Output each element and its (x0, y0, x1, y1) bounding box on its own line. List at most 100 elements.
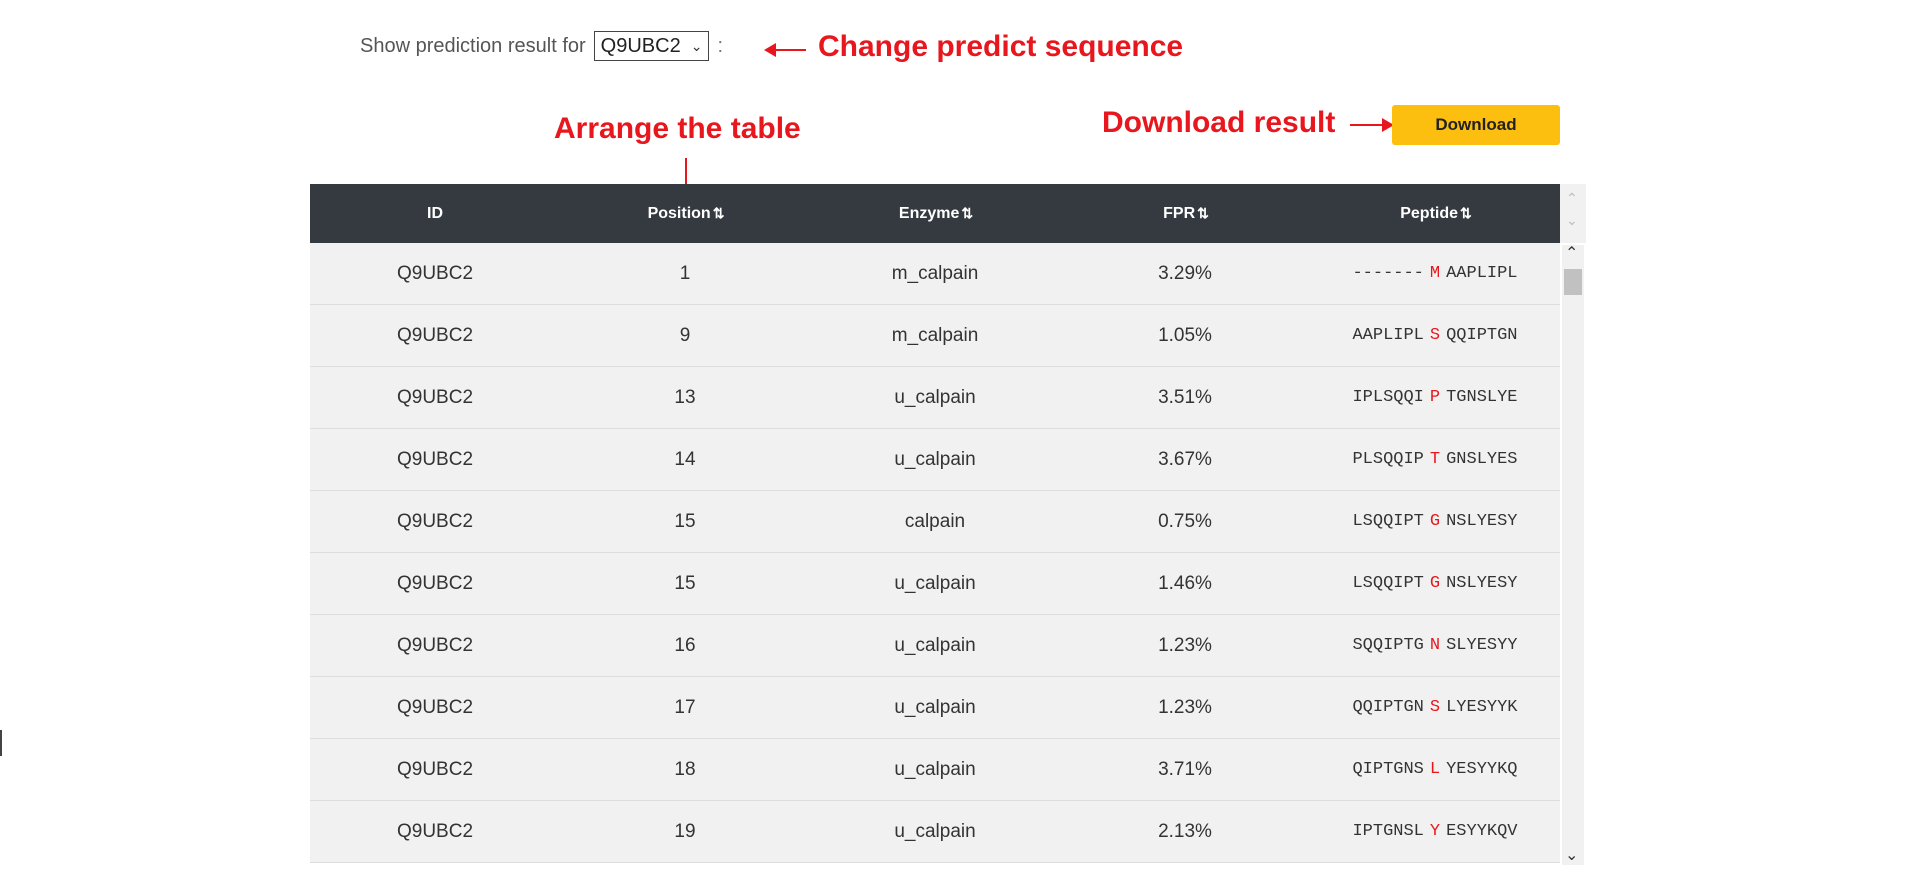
peptide-site: Y (1429, 822, 1441, 841)
sequence-selector-row: Show prediction result for Q9UBC2 ⌄ : (360, 28, 723, 64)
peptide-site: M (1429, 264, 1441, 283)
annotation-change-sequence: Change predict sequence (818, 30, 1184, 63)
annotation-arrow-right (1350, 118, 1394, 132)
cell-fpr: 1.05% (1158, 324, 1212, 346)
cell-peptide: QQIPTGN S LYESYYK (1310, 677, 1560, 738)
cell-peptide: SQQIPTG N SLYESYY (1310, 615, 1560, 676)
cell-id: Q9UBC2 (396, 572, 474, 594)
table-row: Q9UBC2 17 u_calpain 1.23% QQIPTGN S LYESYYK (310, 677, 1560, 739)
peptide-suffix: SLYESYY (1446, 636, 1518, 655)
peptide-site: T (1429, 450, 1441, 469)
column-header-id: ID (427, 204, 443, 222)
peptide-suffix: LYESYYK (1446, 698, 1518, 717)
cell-fpr: 1.23% (1158, 696, 1212, 718)
cell-position: 1 (679, 262, 691, 284)
cell-peptide: AAPLIPL S QQIPTGN (1310, 305, 1560, 366)
cell-enzyme: u_calpain (894, 386, 976, 408)
selector-label: Show prediction result for (360, 34, 586, 57)
table-header: ID Position ⇅ Enzyme ⇅ FPR ⇅ Peptide ⇅ (310, 184, 1560, 243)
sequence-select-value: Q9UBC2 (600, 34, 681, 57)
cell-position: 14 (674, 448, 696, 470)
peptide-prefix: ------- (1352, 264, 1424, 283)
cell-fpr: 3.71% (1158, 758, 1212, 780)
table-row: Q9UBC2 1 m_calpain 3.29% ------- M AAPLIPL (310, 243, 1560, 305)
column-header-peptide[interactable]: Peptide ⇅ (1310, 184, 1560, 243)
peptide-prefix: LSQQIPT (1352, 512, 1424, 531)
cell-fpr: 3.67% (1158, 448, 1212, 470)
peptide-prefix: QIPTGNS (1352, 760, 1424, 779)
table-row: Q9UBC2 19 u_calpain 2.13% IPTGNSL Y ESYYKQV (310, 801, 1560, 863)
cell-position: 13 (674, 386, 696, 408)
peptide-site: N (1429, 636, 1441, 655)
cell-enzyme: u_calpain (894, 758, 976, 780)
header-scrollbar[interactable]: ⌃ ⌄ (1560, 184, 1586, 243)
peptide-prefix: LSQQIPT (1352, 574, 1424, 593)
cell-peptide: QIPTGNS L YESYYKQ (1310, 739, 1560, 800)
cell-fpr: 1.46% (1158, 572, 1212, 594)
peptide-suffix: NSLYESY (1446, 574, 1518, 593)
sequence-select[interactable]: Q9UBC2 ⌄ (593, 31, 710, 61)
peptide-site: S (1429, 698, 1441, 717)
cell-id: Q9UBC2 (396, 262, 474, 284)
table-row: Q9UBC2 15 calpain 0.75% LSQQIPT G NSLYESY (310, 491, 1560, 553)
table-row: Q9UBC2 13 u_calpain 3.51% IPLSQQI P TGNSLYE (310, 367, 1560, 429)
column-header-position[interactable]: Position ⇅ (560, 184, 810, 243)
table-scrollbar[interactable]: ⌃ ⌄ (1562, 245, 1584, 865)
cell-position: 15 (674, 572, 696, 594)
cell-peptide: LSQQIPT G NSLYESY (1310, 491, 1560, 552)
cell-enzyme: calpain (904, 510, 966, 532)
cell-enzyme: u_calpain (894, 820, 976, 842)
scroll-down-icon[interactable]: ⌄ (1565, 845, 1578, 865)
peptide-suffix: AAPLIPL (1446, 264, 1518, 283)
cell-id: Q9UBC2 (396, 820, 474, 842)
peptide-prefix: SQQIPTG (1352, 636, 1424, 655)
peptide-site: L (1429, 760, 1441, 779)
cell-position: 16 (674, 634, 696, 656)
peptide-site: S (1429, 326, 1441, 345)
cell-enzyme: m_calpain (891, 324, 979, 346)
table-row: Q9UBC2 18 u_calpain 3.71% QIPTGNS L YESYYKQ (310, 739, 1560, 801)
cell-peptide: IPTGNSL Y ESYYKQV (1310, 801, 1560, 862)
cell-id: Q9UBC2 (396, 758, 474, 780)
cell-id: Q9UBC2 (396, 386, 474, 408)
peptide-suffix: TGNSLYE (1446, 388, 1518, 407)
cell-fpr: 3.51% (1158, 386, 1212, 408)
peptide-site: P (1429, 388, 1441, 407)
sort-icon[interactable]: ⇅ (1460, 205, 1472, 222)
peptide-prefix: QQIPTGN (1352, 698, 1424, 717)
sort-icon[interactable]: ⇅ (961, 205, 973, 222)
cell-id: Q9UBC2 (396, 696, 474, 718)
page-edge-marker (0, 730, 2, 756)
peptide-prefix: IPTGNSL (1352, 822, 1424, 841)
chevron-down-icon: ⌄ (690, 37, 703, 54)
peptide-suffix: NSLYESY (1446, 512, 1518, 531)
table-row: Q9UBC2 14 u_calpain 3.67% PLSQQIP T GNSLYES (310, 429, 1560, 491)
table-row: Q9UBC2 9 m_calpain 1.05% AAPLIPL S QQIPTGN (310, 305, 1560, 367)
cell-position: 9 (679, 324, 691, 346)
table-row: Q9UBC2 15 u_calpain 1.46% LSQQIPT G NSLYESY (310, 553, 1560, 615)
cell-id: Q9UBC2 (396, 448, 474, 470)
scrollbar-thumb[interactable] (1564, 269, 1582, 295)
scroll-up-icon[interactable]: ⌃ (1565, 243, 1578, 263)
peptide-suffix: ESYYKQV (1446, 822, 1518, 841)
annotation-arrange-table: Arrange the table (554, 112, 801, 145)
column-header-fpr[interactable]: FPR ⇅ (1060, 184, 1310, 243)
cell-position: 18 (674, 758, 696, 780)
cell-id: Q9UBC2 (396, 324, 474, 346)
cell-fpr: 1.23% (1158, 634, 1212, 656)
results-table: ID Position ⇅ Enzyme ⇅ FPR ⇅ Peptide ⇅ Q… (310, 184, 1560, 866)
chevron-up-icon[interactable]: ⌃ (1566, 190, 1578, 207)
cell-position: 17 (674, 696, 696, 718)
table-body: Q9UBC2 1 m_calpain 3.29% ------- M AAPLIPL Q9UB… (310, 243, 1560, 863)
selector-colon: : (717, 34, 723, 57)
sort-icon[interactable]: ⇅ (713, 205, 725, 222)
column-header-enzyme[interactable]: Enzyme ⇅ (810, 184, 1060, 243)
download-button[interactable]: Download (1392, 105, 1560, 145)
sort-icon[interactable]: ⇅ (1197, 205, 1209, 222)
chevron-down-icon[interactable]: ⌄ (1566, 212, 1578, 229)
peptide-suffix: GNSLYES (1446, 450, 1518, 469)
peptide-site: G (1429, 512, 1441, 531)
cell-position: 15 (674, 510, 696, 532)
cell-id: Q9UBC2 (396, 510, 474, 532)
peptide-prefix: PLSQQIP (1352, 450, 1424, 469)
